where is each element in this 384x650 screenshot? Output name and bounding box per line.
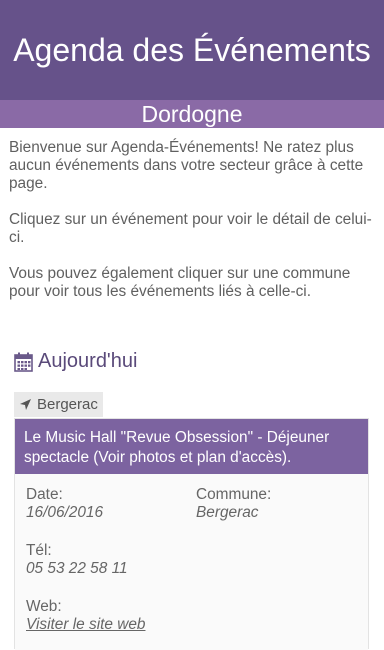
event-title[interactable]: Le Music Hall "Revue Obsession" - Déjeun… [15,419,368,474]
commune-value: Bergerac [196,504,259,521]
intro-paragraph-click-event: Cliquez sur un événement pour voir le dé… [9,211,372,246]
page-title: Agenda des Événements [13,32,371,68]
calendar-icon [14,352,33,372]
website-link[interactable]: Visiter le site web [26,616,145,634]
date-value: 16/06/2016 [26,504,104,521]
web-field: Web: Visiter le site web [26,598,145,634]
date-field: Date: 16/06/2016 [26,486,103,522]
intro-paragraph-welcome: Bienvenue sur Agenda-Événements! Ne rate… [9,139,364,192]
web-label: Web: [26,598,62,615]
page-header: Agenda des Événements [0,0,384,100]
commune-tag-label: Bergerac [37,396,98,413]
commune-label: Commune: [196,486,272,503]
intro-paragraph-click-commune: Vous pouvez également cliquer sur une co… [9,265,351,300]
location-arrow-icon [20,399,31,410]
tel-field: Tél: 05 53 22 58 11 [26,542,128,578]
tel-value: 05 53 22 58 11 [26,560,128,577]
commune-field: Commune: Bergerac [196,486,271,522]
tel-label: Tél: [26,542,52,559]
region-name: Dordogne [141,100,243,127]
date-label: Date: [26,486,63,503]
event-details: Date: 16/06/2016 Commune: Bergerac Tél: … [15,474,368,650]
region-banner: Dordogne [0,100,384,128]
section-title-label: Aujourd'hui [38,350,138,372]
section-today: Aujourd'hui [14,350,137,373]
intro-text: Bienvenue sur Agenda-Événements! Ne rate… [0,128,384,301]
event-card[interactable]: Le Music Hall "Revue Obsession" - Déjeun… [14,418,369,650]
commune-tag-bergerac[interactable]: Bergerac [14,392,103,417]
